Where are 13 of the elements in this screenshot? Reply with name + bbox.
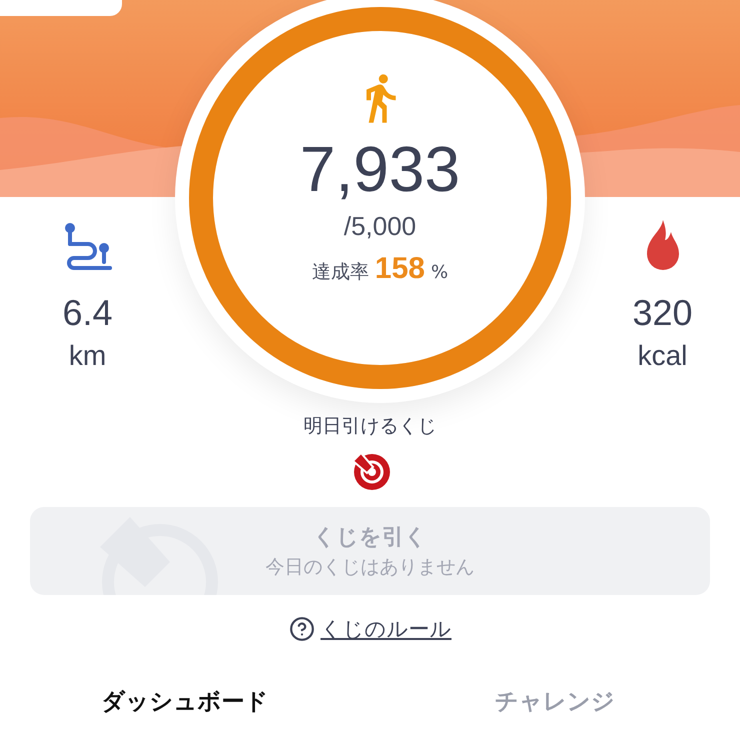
calories-unit: kcal — [638, 340, 688, 372]
rate-unit: % — [430, 262, 448, 283]
rate-value: 158 — [374, 252, 425, 286]
distance-value: 6.4 — [62, 292, 113, 334]
lottery-label: 明日引けるくじ — [304, 414, 436, 439]
tab[interactable]: ダッシュボード — [0, 685, 370, 718]
distance-unit: km — [68, 340, 106, 372]
calories-value: 320 — [632, 292, 693, 334]
step-count: 7,933 — [300, 137, 460, 201]
help-icon — [288, 616, 314, 642]
step-goal: /5,000 — [344, 211, 416, 242]
lottery-rules-link[interactable]: くじのルール — [288, 615, 452, 643]
rate-label: 達成率 — [312, 260, 369, 285]
